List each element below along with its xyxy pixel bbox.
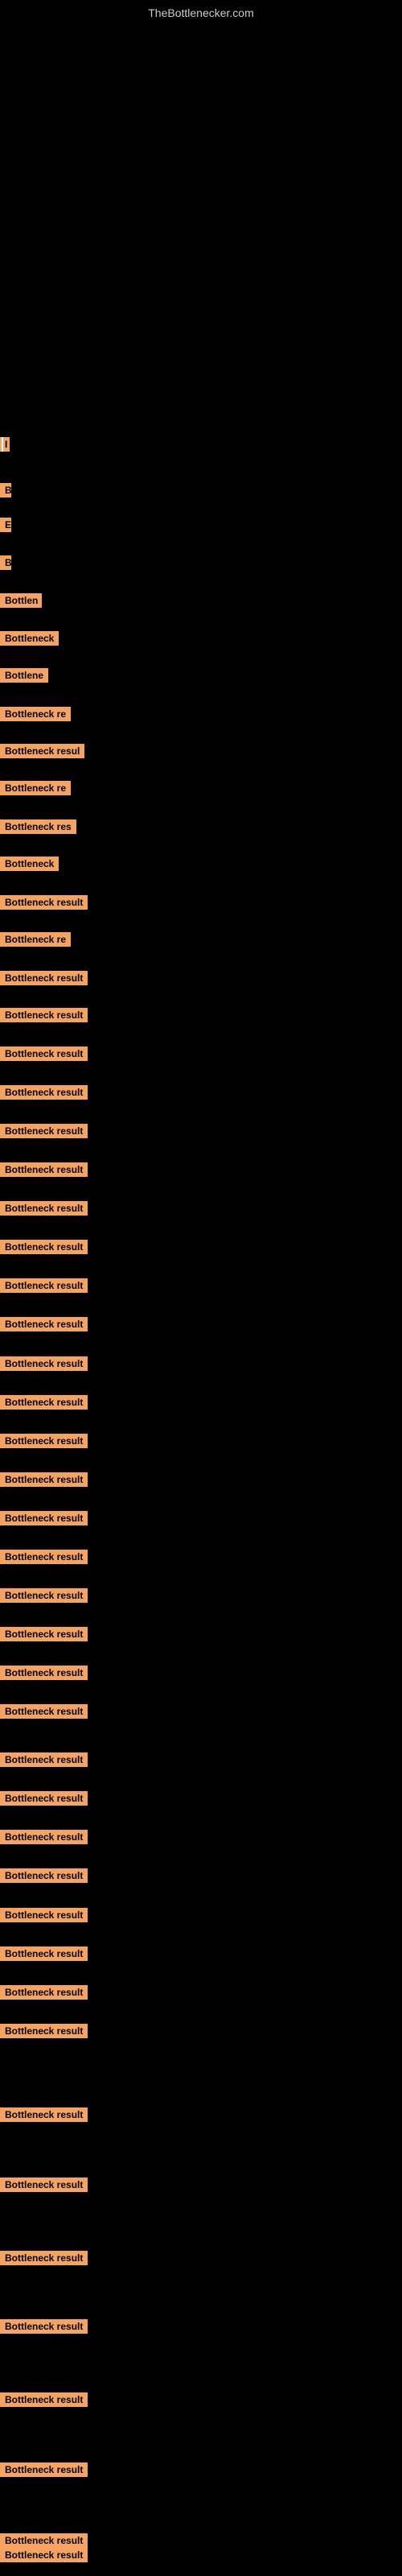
bottleneck-result-label: Bottleneck result xyxy=(0,1666,88,1680)
bottleneck-result-label: Bottleneck xyxy=(0,857,59,871)
bottleneck-result-label: Bottleneck result xyxy=(0,2107,88,2122)
bottleneck-result-label: Bottleneck result xyxy=(0,1627,88,1641)
bottleneck-result-label: Bottleneck re xyxy=(0,932,71,947)
site-title: TheBottlenecker.com xyxy=(148,6,254,19)
bottleneck-result-label: Bottleneck result xyxy=(0,2548,88,2562)
cursor-line xyxy=(2,437,3,452)
bottleneck-result-label: Bottleneck result xyxy=(0,1985,88,2000)
bottleneck-result-label: Bottleneck result xyxy=(0,1868,88,1883)
bottleneck-result-label: Bottleneck xyxy=(0,631,59,646)
bottleneck-result-label: Bottleneck result xyxy=(0,2319,88,2334)
bottleneck-result-label: Bottleneck re xyxy=(0,707,71,721)
bottleneck-result-label: Bottleneck result xyxy=(0,1830,88,1844)
bottleneck-result-label: Bottleneck result xyxy=(0,971,88,985)
bottleneck-result-label: Bottleneck res xyxy=(0,819,76,834)
bottleneck-result-label: Bottleneck re xyxy=(0,781,71,795)
bottleneck-result-label: Bottleneck result xyxy=(0,2462,88,2477)
bottleneck-result-label: Bottleneck result xyxy=(0,1791,88,1806)
bottleneck-result-label: Bottleneck result xyxy=(0,1124,88,1138)
bottleneck-result-label: Bottleneck result xyxy=(0,1085,88,1100)
bottleneck-result-label: Bottleneck result xyxy=(0,2024,88,2038)
bottleneck-result-label: Bottleneck result xyxy=(0,1356,88,1371)
bottleneck-result-label: Bottleneck result xyxy=(0,1395,88,1410)
bottleneck-result-label: E xyxy=(0,518,11,532)
bottleneck-result-label: Bottleneck result xyxy=(0,1317,88,1331)
bottleneck-result-label: Bottleneck result xyxy=(0,1472,88,1487)
bottleneck-result-label: Bottlen xyxy=(0,593,42,608)
bottleneck-result-label: Bottleneck result xyxy=(0,1588,88,1603)
bottleneck-result-label: Bottleneck result xyxy=(0,1752,88,1767)
bottleneck-result-label: Bottleneck result xyxy=(0,2533,88,2548)
bottleneck-result-label: Bottleneck result xyxy=(0,1434,88,1448)
bottleneck-result-label: Bottleneck result xyxy=(0,895,88,910)
bottleneck-result-label: Bottleneck result xyxy=(0,2251,88,2265)
bottleneck-result-label: Bottleneck result xyxy=(0,2178,88,2192)
bottleneck-result-label: Bottleneck result xyxy=(0,1201,88,1216)
bottleneck-result-label: Bottleneck result xyxy=(0,1908,88,1922)
bottleneck-result-label: Bottleneck result xyxy=(0,1946,88,1961)
bottleneck-result-label: Bottleneck result xyxy=(0,1511,88,1525)
bottleneck-result-label: Bottleneck result xyxy=(0,1550,88,1564)
bottleneck-result-label: Bottleneck result xyxy=(0,1008,88,1022)
bottleneck-result-label: B xyxy=(0,483,11,497)
bottleneck-result-label: Bottleneck result xyxy=(0,1704,88,1719)
bottleneck-result-label: Bottlene xyxy=(0,668,48,683)
bottleneck-result-label: Bottleneck result xyxy=(0,1046,88,1061)
bottleneck-result-label: Bottleneck result xyxy=(0,2392,88,2407)
bottleneck-result-label: B xyxy=(0,555,11,570)
bottleneck-result-label: Bottleneck result xyxy=(0,1162,88,1177)
bottleneck-result-label: Bottleneck result xyxy=(0,1240,88,1254)
bottleneck-result-label: Bottleneck resul xyxy=(0,744,84,758)
bottleneck-result-label: Bottleneck result xyxy=(0,1278,88,1293)
